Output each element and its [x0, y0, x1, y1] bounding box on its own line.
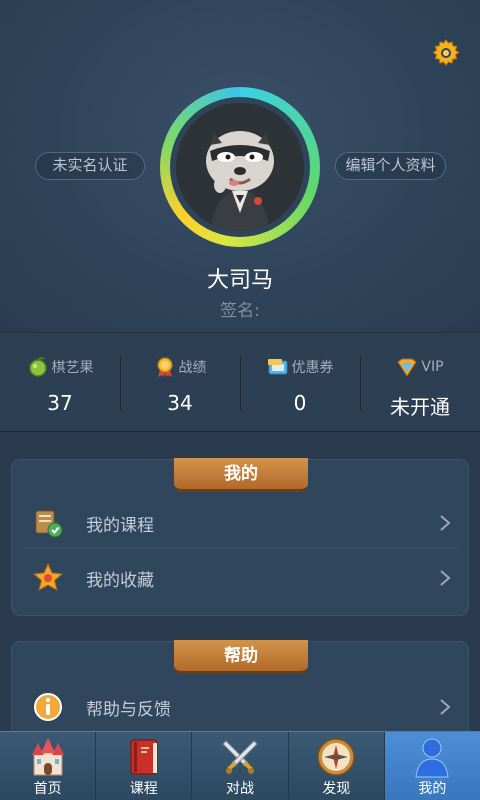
tab-label: 对战	[226, 781, 254, 797]
stat-record[interactable]: 战绩 34	[120, 333, 240, 431]
tab-home[interactable]: 首页	[0, 732, 95, 800]
book-icon	[130, 739, 158, 775]
info-icon	[34, 693, 62, 721]
stat-value: 未开通	[390, 395, 450, 419]
tab-label: 首页	[33, 781, 62, 797]
stat-label: 棋艺果	[51, 360, 94, 376]
real-name-verify-button[interactable]: 未实名认证	[35, 152, 145, 180]
chevron-right-icon	[440, 515, 451, 531]
tab-courses[interactable]: 课程	[95, 732, 191, 800]
stat-label: 战绩	[178, 360, 207, 376]
stat-value: 37	[47, 391, 73, 415]
stat-value: 0	[293, 391, 307, 415]
stat-coupons[interactable]: 优惠券 0	[240, 333, 360, 431]
my-favorites-row[interactable]: 我的收藏	[24, 551, 458, 605]
my-courses-row[interactable]: 我的课程	[24, 496, 458, 550]
stat-label: 优惠券	[291, 360, 334, 376]
tab-mine[interactable]: 我的	[383, 732, 480, 800]
tab-label: 发现	[322, 781, 351, 797]
profile-header: 未实名认证 编辑个人资料 大司马 签名:	[0, 0, 480, 332]
row-label: 我的收藏	[86, 570, 154, 591]
star-medal-icon	[32, 562, 64, 592]
stat-label: VIP	[421, 359, 444, 375]
chevron-right-icon	[440, 570, 451, 586]
tab-battle[interactable]: 对战	[191, 732, 287, 800]
course-icon	[35, 510, 63, 538]
compass-icon	[317, 738, 355, 776]
settings-gear-icon[interactable]	[430, 37, 462, 69]
person-icon	[415, 738, 449, 778]
signature-label: 签名:	[220, 301, 260, 321]
stat-chess-fruit[interactable]: 棋艺果 37	[0, 333, 120, 431]
section-header-mine: 我的	[174, 458, 308, 492]
help-section-card: 帮助 帮助与反馈	[11, 640, 469, 741]
tab-label: 课程	[129, 781, 158, 797]
vip-badge-icon	[397, 358, 418, 377]
username: 大司马	[206, 268, 273, 293]
medal-icon	[156, 357, 173, 377]
divider	[24, 548, 458, 549]
profile-screen: 未实名认证 编辑个人资料 大司马 签名: 棋艺果 37 战绩 34 优惠券 0 …	[0, 0, 480, 800]
section-header-help: 帮助	[174, 640, 308, 674]
stat-value: 34	[167, 391, 193, 415]
chevron-right-icon	[440, 699, 451, 715]
raccoon-avatar-icon	[176, 103, 304, 231]
row-label: 帮助与反馈	[86, 699, 171, 720]
help-feedback-row[interactable]: 帮助与反馈	[24, 680, 458, 734]
row-label: 我的课程	[86, 515, 154, 536]
stats-row: 棋艺果 37 战绩 34 优惠券 0 VIP 未开通	[0, 332, 480, 432]
coupon-icon	[267, 359, 287, 375]
fruit-icon	[28, 357, 47, 377]
bottom-tab-bar: 首页 课程 对战 发现 我的	[0, 731, 480, 800]
edit-profile-button[interactable]: 编辑个人资料	[335, 152, 446, 180]
crossed-swords-icon	[222, 740, 258, 774]
my-section-card: 我的 我的课程 我的收藏	[11, 458, 469, 616]
tab-discover[interactable]: 发现	[287, 732, 384, 800]
avatar	[176, 103, 304, 231]
avatar-ring[interactable]	[160, 87, 320, 247]
stat-vip[interactable]: VIP 未开通	[360, 333, 480, 431]
castle-icon	[31, 738, 64, 776]
tab-label: 我的	[418, 781, 447, 797]
